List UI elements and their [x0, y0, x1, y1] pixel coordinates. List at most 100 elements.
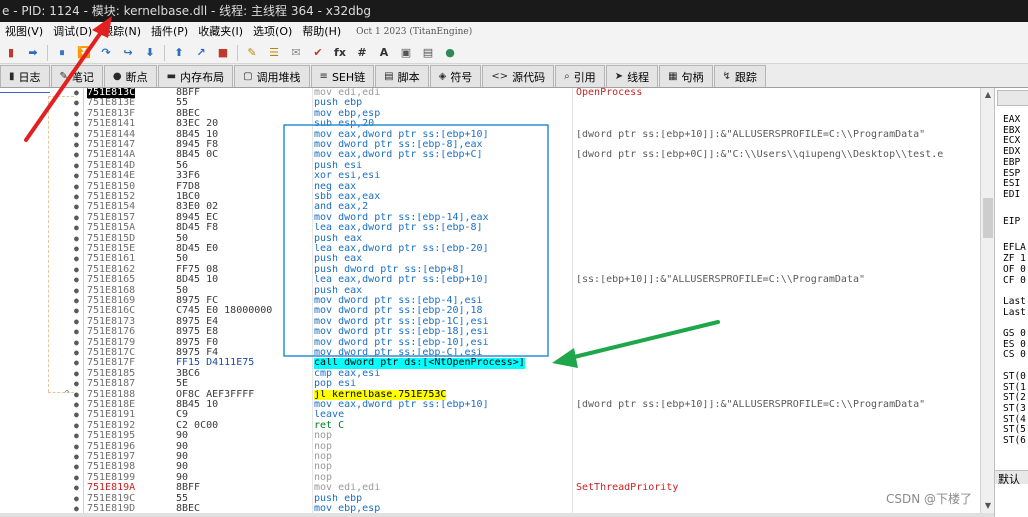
menu-debug[interactable]: 调试(D): [48, 22, 97, 42]
breakpoint-dot-icon[interactable]: ●: [74, 410, 79, 420]
menu-plugins[interactable]: 插件(P): [146, 22, 193, 42]
register-label[interactable]: ESP: [1003, 168, 1020, 179]
toolbar-button-icon[interactable]: ⬆: [171, 45, 187, 61]
disasm-row[interactable]: ● 751E815A 8D45 F8 lea eax,dword ptr ss:[eb…: [0, 223, 980, 233]
register-label[interactable]: ST(1: [1003, 382, 1026, 393]
disasm-row[interactable]: ● 751E815E 8D45 E0 lea eax,dword ptr ss:[eb…: [0, 244, 980, 254]
menu-help[interactable]: 帮助(H): [297, 22, 346, 42]
breakpoint-dot-icon[interactable]: ●: [74, 442, 79, 452]
breakpoint-dot-icon[interactable]: ●: [74, 379, 79, 389]
disasm-row[interactable]: ● 751E819A 8BFF mov edi,edi SetThreadPriorit…: [0, 483, 980, 493]
register-label[interactable]: ST(5: [1003, 424, 1026, 435]
breakpoint-dot-icon[interactable]: ●: [74, 192, 79, 202]
breakpoint-dot-icon[interactable]: ●: [74, 306, 79, 316]
tab-3[interactable]: ▬ 内存布局: [157, 65, 234, 87]
breakpoint-dot-icon[interactable]: ●: [74, 98, 79, 108]
register-label[interactable]: Last: [1003, 296, 1026, 307]
register-label[interactable]: ST(0: [1003, 371, 1026, 382]
breakpoint-dot-icon[interactable]: ●: [74, 275, 79, 285]
breakpoint-dot-icon[interactable]: ●: [74, 462, 79, 472]
breakpoint-dot-icon[interactable]: ●: [74, 223, 79, 233]
toolbar-button-icon[interactable]: ☰: [266, 45, 282, 61]
breakpoint-dot-icon[interactable]: ●: [74, 348, 79, 358]
register-panel[interactable]: 默认 EAX EBX ECX EDX EBP ESP ESI EDI EIP EFLA ZF 1 OF…: [994, 88, 1028, 517]
register-label[interactable]: ESI: [1003, 178, 1020, 189]
toolbar-button-icon[interactable]: ↷: [98, 45, 114, 61]
toolbar-button-icon[interactable]: ■: [215, 45, 231, 61]
toolbar-button-icon[interactable]: ▣: [398, 45, 414, 61]
disasm-row[interactable]: ● 751E8161 50 push eax: [0, 254, 980, 264]
disasm-row[interactable]: ● 751E8199 90 nop: [0, 473, 980, 483]
disasm-row[interactable]: ● 751E816C C745 E0 18000000 mov dword ptr s…: [0, 306, 980, 316]
tab-0[interactable]: ▮ 日志: [0, 65, 50, 87]
menu-trace[interactable]: 跟踪(N): [97, 22, 146, 42]
disasm-row[interactable]: ● ^ 751E8188 OF8C AEF3FFFF jl kernelbase.751…: [0, 389, 980, 400]
disasm-row[interactable]: ● 751E8165 8D45 10 lea eax,dword ptr ss:[eb…: [0, 275, 980, 285]
disasm-row[interactable]: ● 751E815D 50 push eax: [0, 234, 980, 244]
register-label[interactable]: GS 0: [1003, 328, 1026, 339]
register-label[interactable]: Last: [1003, 307, 1026, 318]
breakpoint-dot-icon[interactable]: ●: [74, 369, 79, 379]
toolbar-button-icon[interactable]: ⏬: [76, 45, 92, 61]
breakpoint-dot-icon[interactable]: ●: [74, 119, 79, 129]
tab-11[interactable]: ▦ 句柄: [659, 65, 713, 87]
breakpoint-dot-icon[interactable]: ●: [74, 171, 79, 181]
disasm-row[interactable]: ● 751E8187 5E pop esi: [0, 379, 980, 389]
register-label[interactable]: EDI: [1003, 189, 1020, 200]
disasm-row[interactable]: ● 751E813C 8BFF mov edi,edi OpenProcess: [0, 88, 980, 99]
breakpoint-dot-icon[interactable]: ●: [74, 234, 79, 244]
toolbar-button-icon[interactable]: ●: [442, 45, 458, 61]
disasm-row[interactable]: ● 751E8196 90 nop: [0, 442, 980, 452]
toolbar-button-icon[interactable]: A: [376, 45, 392, 61]
register-label[interactable]: CF 0: [1003, 275, 1026, 286]
breakpoint-dot-icon[interactable]: ●: [74, 286, 79, 296]
disasm-row[interactable]: ● 751E8141 83EC 20 sub esp,20: [0, 119, 980, 129]
disasm-row[interactable]: ● 751E8191 C9 leave: [0, 410, 980, 420]
register-label[interactable]: EIP: [1003, 216, 1020, 227]
register-label[interactable]: ES 0: [1003, 339, 1026, 350]
disasm-row[interactable]: ● 751E8150 F7D8 neg eax: [0, 182, 980, 192]
disasm-row[interactable]: ● 751E8197 90 nop: [0, 452, 980, 462]
disasm-row[interactable]: ● 751E8176 8975 E8 mov dword ptr ss:[ebp-18…: [0, 327, 980, 337]
disasm-row[interactable]: ● 751E819C 55 push ebp: [0, 494, 980, 504]
breakpoint-dot-icon[interactable]: ●: [74, 452, 79, 462]
disasm-row[interactable]: ● 751E8157 8945 EC mov dword ptr ss:[ebp-14…: [0, 213, 980, 223]
register-label[interactable]: EBP: [1003, 157, 1020, 168]
register-label[interactable]: ST(2: [1003, 392, 1026, 403]
breakpoint-dot-icon[interactable]: ●: [74, 254, 79, 264]
disasm-row[interactable]: ● 751E819D 8BEC mov ebp,esp: [0, 504, 980, 513]
toolbar-button-icon[interactable]: ↗: [193, 45, 209, 61]
breakpoint-dot-icon[interactable]: ●: [74, 265, 79, 275]
menu-options[interactable]: 选项(O): [248, 22, 297, 42]
disasm-row[interactable]: ● 751E814E 33F6 xor esi,esi: [0, 171, 980, 181]
disasm-row[interactable]: ● 751E8147 8945 F8 mov dword ptr ss:[ebp-8]…: [0, 140, 980, 150]
register-label[interactable]: EAX: [1003, 114, 1020, 125]
disasm-row[interactable]: ● 751E814D 56 push esi: [0, 161, 980, 171]
register-label[interactable]: ECX: [1003, 135, 1020, 146]
scroll-thumb[interactable]: [983, 198, 993, 238]
toolbar-button-icon[interactable]: fx: [332, 45, 348, 61]
toolbar-button-icon[interactable]: ↪: [120, 45, 136, 61]
scroll-up-icon[interactable]: ▲: [982, 89, 994, 101]
register-panel-header[interactable]: [997, 90, 1028, 106]
disasm-row[interactable]: ● 751E814A 8B45 0C mov eax,dword ptr ss:[eb…: [0, 150, 980, 160]
breakpoint-dot-icon[interactable]: ●: [74, 88, 79, 98]
toolbar-button-icon[interactable]: ➡: [25, 45, 41, 61]
disasm-row[interactable]: ● 751E817C 8975 F4 mov dword ptr ss:[ebp-C]…: [0, 348, 980, 358]
disassembly-scrollbar[interactable]: ▲ ▼: [980, 88, 994, 513]
disasm-row[interactable]: ● 751E8185 3BC6 cmp eax,esi: [0, 369, 980, 379]
disasm-row[interactable]: ● 751E8152 1BC0 sbb eax,eax: [0, 192, 980, 202]
breakpoint-dot-icon[interactable]: ●: [74, 390, 79, 400]
tab-1[interactable]: ✎ 笔记: [50, 65, 103, 87]
toolbar-button-icon[interactable]: #: [354, 45, 370, 61]
breakpoint-dot-icon[interactable]: ●: [74, 109, 79, 119]
toolbar-button-icon[interactable]: ▤: [420, 45, 436, 61]
breakpoint-dot-icon[interactable]: ●: [74, 317, 79, 327]
register-label[interactable]: CS 0: [1003, 349, 1026, 360]
disasm-row[interactable]: ● 751E8162 FF75 08 push dword ptr ss:[ebp+8…: [0, 265, 980, 275]
breakpoint-dot-icon[interactable]: ●: [74, 161, 79, 171]
disasm-row[interactable]: ● 751E818E 8B45 10 mov eax,dword ptr ss:[eb…: [0, 400, 980, 410]
breakpoint-dot-icon[interactable]: ●: [74, 130, 79, 140]
breakpoint-dot-icon[interactable]: ●: [74, 483, 79, 493]
register-default-label[interactable]: 默认: [995, 470, 1028, 486]
